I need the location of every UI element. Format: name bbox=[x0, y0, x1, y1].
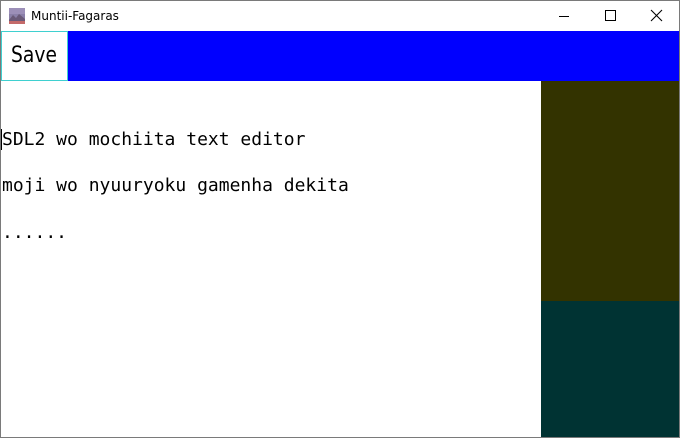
maximize-icon bbox=[605, 10, 616, 21]
toolbar: Save bbox=[1, 31, 679, 81]
title-bar[interactable]: Muntii-Fagaras bbox=[1, 1, 679, 31]
close-button[interactable] bbox=[633, 1, 679, 31]
text-editor-area[interactable]: SDL2 wo mochiita text editor moji wo nyu… bbox=[1, 81, 541, 437]
side-panel-top bbox=[541, 81, 679, 301]
save-button[interactable]: Save bbox=[1, 31, 68, 81]
close-icon bbox=[650, 9, 663, 22]
window-title: Muntii-Fagaras bbox=[31, 9, 119, 23]
editor-line: SDL2 wo mochiita text editor bbox=[2, 129, 306, 150]
app-window: Muntii-Fagaras Save SDL2 wo mochiita tex… bbox=[0, 0, 680, 438]
maximize-button[interactable] bbox=[587, 1, 633, 31]
editor-line: ...... bbox=[2, 222, 68, 243]
minimize-icon bbox=[559, 16, 569, 17]
save-button-label: Save bbox=[11, 43, 58, 68]
side-panel-bottom bbox=[541, 301, 679, 437]
minimize-button[interactable] bbox=[541, 1, 587, 31]
landscape-app-icon bbox=[9, 8, 25, 24]
editor-line: moji wo nyuuryoku gamenha dekita bbox=[2, 175, 349, 196]
